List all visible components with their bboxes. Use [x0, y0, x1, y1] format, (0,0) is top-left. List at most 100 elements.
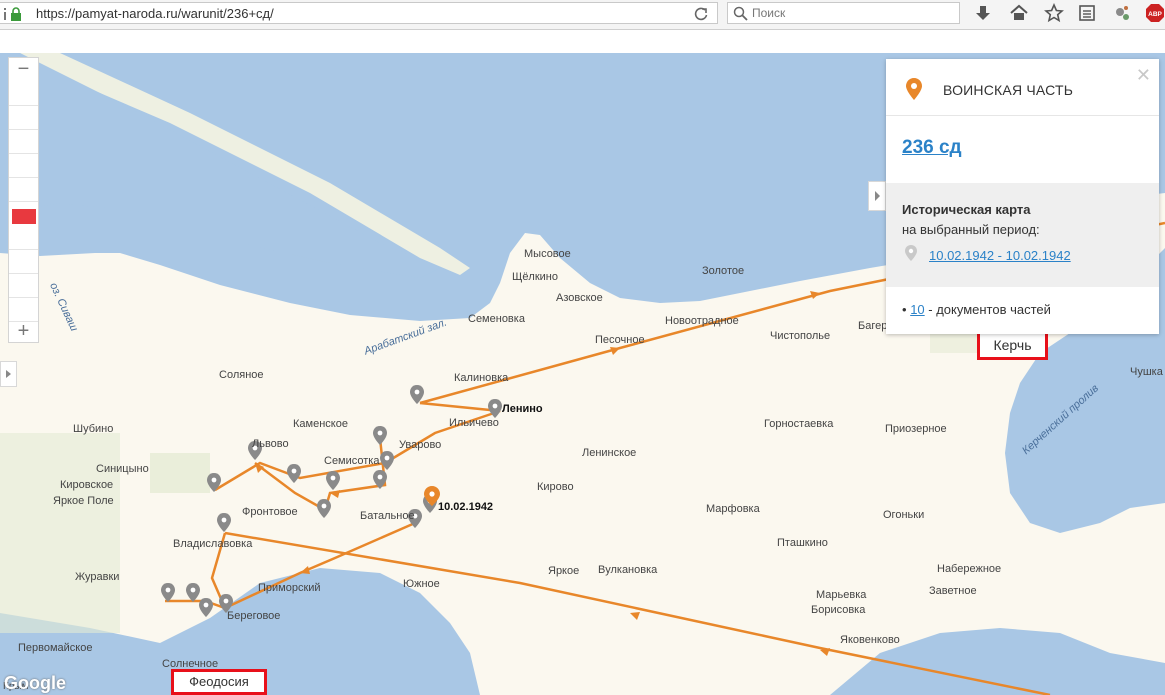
- place-label: Горностаевка: [764, 418, 834, 430]
- zoom-step[interactable]: [9, 250, 38, 274]
- place-label: Владиславовка: [173, 538, 253, 550]
- place-label: Каменское: [293, 418, 348, 430]
- page-gap: [0, 30, 1165, 53]
- place-label: Первомайское: [18, 642, 93, 654]
- place-label: Пташкино: [777, 537, 828, 549]
- browser-toolbar: https://pamyat-naroda.ru/warunit/236+сд/…: [0, 0, 1165, 30]
- info-icon[interactable]: [1, 7, 9, 21]
- zoom-step[interactable]: [9, 298, 38, 322]
- place-label: Марфовка: [706, 503, 760, 515]
- place-label: Приморский: [258, 582, 321, 594]
- place-label: Приозерное: [885, 423, 947, 435]
- place-label: Шубино: [73, 423, 114, 435]
- place-label: Ленинское: [582, 447, 637, 459]
- place-label: Заветное: [929, 585, 977, 597]
- zoom-step[interactable]: [9, 274, 38, 298]
- chevron-right-icon: [875, 191, 880, 201]
- place-label: Южное: [403, 578, 440, 590]
- google-logo: Google: [4, 673, 66, 693]
- place-label: Ильичево: [449, 417, 499, 429]
- place-label: Калиновка: [454, 372, 509, 384]
- place-label: Журавки: [75, 571, 120, 583]
- place-label: Кировское: [60, 479, 114, 491]
- extension-icon[interactable]: [1112, 3, 1132, 23]
- download-icon[interactable]: [973, 3, 993, 23]
- adblock-icon[interactable]: ABP: [1145, 3, 1165, 23]
- divider: [886, 115, 1159, 116]
- info-panel: ✕ ВОИНСКАЯ ЧАСТЬ 236 сд Историческая кар…: [886, 59, 1159, 334]
- close-icon[interactable]: ✕: [1136, 65, 1151, 86]
- bookmark-star-icon[interactable]: [1044, 3, 1064, 23]
- unit-name-link[interactable]: 236 сд: [902, 137, 962, 159]
- place-label: Мысовое: [524, 248, 571, 260]
- map-view[interactable]: Мысовое Щёлкино Азовское Золотое Семенов…: [0, 53, 1165, 695]
- place-label: Чушка: [1130, 366, 1163, 378]
- place-label: Уварово: [399, 439, 442, 451]
- documents-text: - документов частей: [924, 302, 1051, 317]
- place-label: Семеновка: [468, 313, 525, 325]
- zoom-out-button[interactable]: −: [9, 58, 38, 82]
- place-label: Чистополье: [770, 330, 831, 342]
- city-label-kerch: Керчь: [993, 337, 1032, 353]
- place-label: Семисотка: [324, 455, 380, 467]
- place-label: Львово: [252, 438, 289, 450]
- panel-type-label: ВОИНСКАЯ ЧАСТЬ: [943, 82, 1074, 98]
- zoom-step[interactable]: [9, 82, 38, 106]
- documents-line: • 10 - документов частей: [902, 302, 1051, 317]
- place-label: Кирово: [537, 481, 574, 493]
- reader-list-icon[interactable]: [1077, 3, 1097, 23]
- place-label: Марьевка: [816, 589, 867, 601]
- place-label: Азовское: [556, 292, 603, 304]
- place-label: Фронтовое: [242, 506, 298, 518]
- panel-collapse-toggle[interactable]: [868, 181, 886, 211]
- bullet: •: [902, 302, 907, 317]
- city-label-feodosiya: Феодосия: [189, 674, 249, 689]
- marker-date-label: 10.02.1942: [438, 501, 494, 513]
- zoom-control: − +: [8, 57, 39, 343]
- place-label: Батальное: [360, 510, 415, 522]
- place-label: Ленино: [502, 403, 543, 415]
- url-text: https://pamyat-naroda.ru/warunit/236+сд/: [36, 6, 274, 21]
- place-label: Песочное: [595, 334, 645, 346]
- chevron-right-icon: [6, 370, 11, 378]
- zoom-step[interactable]: [9, 154, 38, 178]
- historical-map-section: Историческая карта на выбранный период: …: [886, 183, 1159, 287]
- location-pin-icon: [905, 245, 917, 261]
- kerch-highlight: Керчь: [977, 331, 1048, 360]
- feodosiya-highlight: Феодосия: [171, 669, 267, 695]
- home-icon[interactable]: [1009, 3, 1029, 23]
- place-label: Багер: [858, 320, 888, 332]
- map-pin-icon: [906, 78, 922, 100]
- place-label: Щёлкино: [512, 271, 558, 283]
- place-label: Золотое: [702, 265, 745, 277]
- place-label: Синицыно: [96, 463, 149, 475]
- documents-count-link[interactable]: 10: [910, 302, 924, 317]
- place-label: Соляное: [219, 369, 264, 381]
- zoom-step[interactable]: [9, 226, 38, 250]
- zoom-level-indicator[interactable]: [12, 209, 36, 224]
- zoom-step[interactable]: [9, 178, 38, 202]
- place-label: Борисовка: [811, 604, 866, 616]
- search-placeholder: Поиск: [752, 6, 786, 20]
- svg-text:ABP: ABP: [1148, 11, 1162, 18]
- place-label: Яркое: [548, 565, 580, 577]
- search-icon: [733, 6, 748, 21]
- historical-map-subtitle: на выбранный период:: [902, 222, 1040, 237]
- date-range-link[interactable]: 10.02.1942 - 10.02.1942: [929, 248, 1071, 263]
- zoom-step[interactable]: [9, 130, 38, 154]
- place-label: Яркое Поле: [53, 495, 114, 507]
- address-bar[interactable]: https://pamyat-naroda.ru/warunit/236+сд/: [0, 2, 718, 24]
- search-input[interactable]: Поиск: [727, 2, 960, 24]
- reload-icon[interactable]: [693, 6, 709, 22]
- lock-icon: [11, 7, 21, 21]
- place-label: Набережное: [937, 563, 1002, 575]
- zoom-step[interactable]: [9, 106, 38, 130]
- place-label: Огоньки: [883, 509, 925, 521]
- place-label: Яковенково: [840, 634, 900, 646]
- place-label: Береговое: [227, 610, 281, 622]
- zoom-in-button[interactable]: +: [9, 320, 38, 344]
- place-label: Новоотрадное: [665, 315, 739, 327]
- left-panel-toggle[interactable]: [0, 361, 17, 387]
- place-label: Вулкановка: [598, 564, 658, 576]
- historical-map-title: Историческая карта: [902, 202, 1031, 217]
